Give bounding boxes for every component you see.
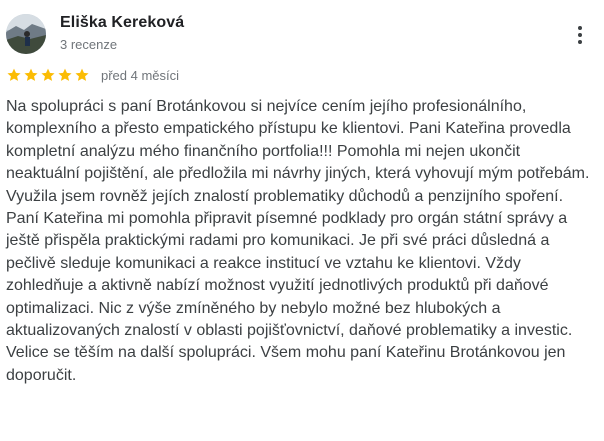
review-card: Eliška Kereková 3 recenze před 4 měsíci … (0, 0, 604, 441)
star-icon (57, 67, 73, 83)
star-icon (40, 67, 56, 83)
rating-row: před 4 měsíci (6, 66, 179, 84)
review-text: Na spolupráci s paní Brotánkovou si nejv… (6, 98, 590, 384)
star-rating (6, 67, 90, 83)
star-icon (74, 67, 90, 83)
more-vert-icon (578, 26, 582, 30)
avatar[interactable] (6, 14, 46, 54)
star-icon (6, 67, 22, 83)
review-count: 3 recenze (60, 37, 118, 52)
review-date: před 4 měsíci (101, 67, 180, 83)
more-options-button[interactable] (566, 20, 594, 50)
reviewer-name[interactable]: Eliška Kereková (60, 14, 184, 32)
star-icon (23, 67, 39, 83)
